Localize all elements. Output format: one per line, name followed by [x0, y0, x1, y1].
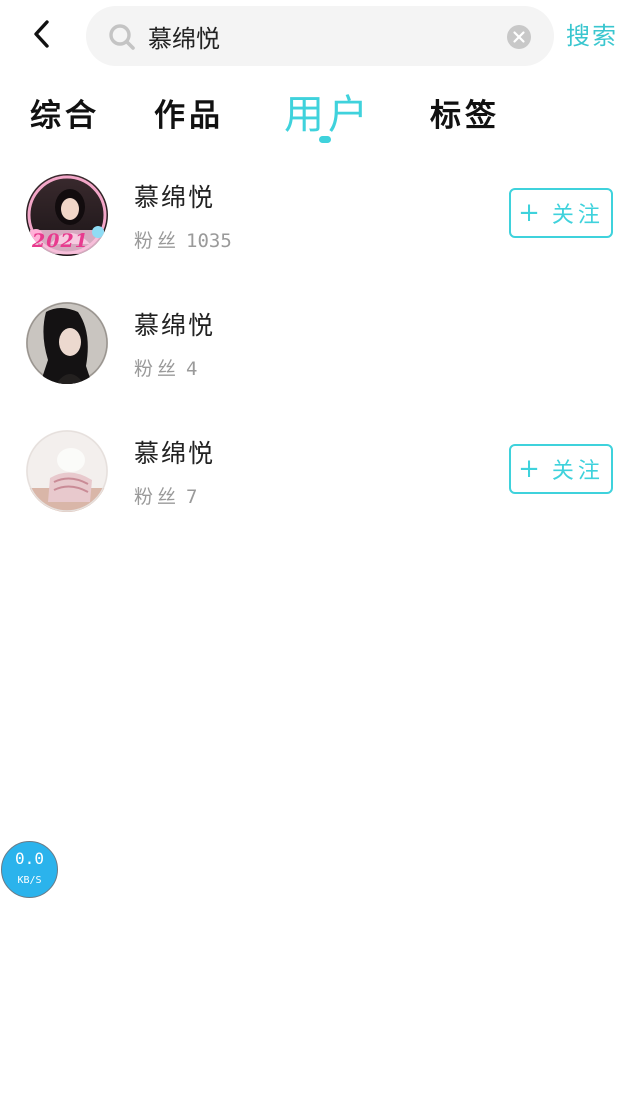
tab-comprehensive[interactable]: 综合: [30, 90, 100, 135]
avatar[interactable]: [26, 430, 108, 512]
tab-tags[interactable]: 标签: [430, 90, 500, 135]
clear-icon[interactable]: [506, 24, 532, 50]
tab-works[interactable]: 作品: [154, 90, 224, 135]
active-tab-indicator: [319, 136, 331, 143]
follow-button[interactable]: + 关注: [509, 188, 613, 238]
fans-count: 粉丝 4: [134, 354, 197, 381]
user-name[interactable]: 慕绵悦: [134, 306, 215, 342]
avatar[interactable]: [26, 302, 108, 384]
back-button[interactable]: [20, 14, 64, 58]
user-name[interactable]: 慕绵悦: [134, 178, 215, 214]
speed-unit: KB/S: [17, 875, 42, 886]
search-icon: [108, 23, 136, 51]
fans-count: 粉丝 1035: [134, 226, 232, 253]
top-bar: 搜索: [0, 0, 640, 72]
fans-label: 粉丝: [134, 486, 181, 508]
network-speed-widget[interactable]: 0.0 KB/S: [1, 841, 58, 898]
fans-label: 粉丝: [134, 230, 181, 252]
fans-value: 1035: [186, 230, 232, 252]
user-name[interactable]: 慕绵悦: [134, 434, 215, 470]
fans-value: 4: [186, 358, 198, 380]
chevron-left-icon: [30, 19, 54, 53]
follow-button[interactable]: + 关注: [509, 444, 613, 494]
user-list-item[interactable]: 2021 慕绵悦 粉丝 1035 + 关注: [0, 174, 640, 284]
user-list-item[interactable]: 慕绵悦 粉丝 7 + 关注: [0, 430, 640, 540]
fans-label: 粉丝: [134, 358, 181, 380]
speed-value: 0.0: [15, 849, 44, 868]
follow-label: 关注: [551, 203, 604, 228]
fans-count: 粉丝 7: [134, 482, 197, 509]
plus-icon: +: [518, 198, 540, 228]
plus-icon: +: [518, 454, 540, 484]
search-input[interactable]: [148, 16, 508, 56]
fans-value: 7: [186, 486, 198, 508]
avatar-badge-text: 2021: [32, 230, 89, 252]
tab-users[interactable]: 用户: [284, 82, 372, 140]
search-results-page: 搜索 综合 作品 用户 标签: [0, 0, 640, 1093]
follow-label: 关注: [551, 459, 604, 484]
search-box[interactable]: [86, 6, 554, 66]
search-button[interactable]: 搜索: [566, 16, 632, 56]
user-list-item[interactable]: 慕绵悦 粉丝 4: [0, 302, 640, 412]
